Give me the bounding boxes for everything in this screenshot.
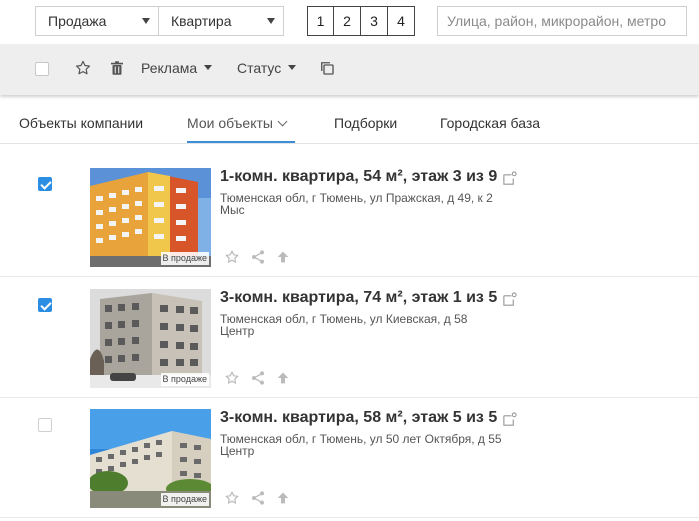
listing-address: Тюменская обл, г Тюмень, ул 50 лет Октяб… <box>220 433 550 457</box>
address-search-input[interactable]: Улица, район, микрорайон, метро <box>437 6 687 36</box>
address-line: Тюменская обл, г Тюмень, ул Киевская, д … <box>220 312 468 326</box>
deal-type-select[interactable]: Продажа <box>35 6 159 36</box>
listing-address: Тюменская обл, г Тюмень, ул Киевская, д … <box>220 313 550 337</box>
share-icon[interactable] <box>250 370 266 386</box>
listing-photo[interactable]: В продаже <box>90 409 211 508</box>
share-icon[interactable] <box>250 490 266 506</box>
property-type-value: Квартира <box>171 13 232 29</box>
caret-down-icon <box>267 18 275 24</box>
tab-my-objects[interactable]: Мои объекты <box>187 115 288 131</box>
star-outline-icon[interactable] <box>74 59 92 77</box>
star-outline-icon[interactable] <box>224 249 240 265</box>
listing-item: В продаже 1-комн. квартира, 54 м², этаж … <box>0 157 699 277</box>
ads-dropdown[interactable]: Реклама <box>141 60 213 76</box>
listing-checkbox[interactable] <box>38 177 52 191</box>
arrow-up-icon[interactable] <box>275 490 291 506</box>
tab-selections[interactable]: Подборки <box>334 115 397 131</box>
chevron-down-icon <box>277 116 288 127</box>
arrow-up-icon[interactable] <box>275 370 291 386</box>
tab-city-base[interactable]: Городская база <box>440 115 540 131</box>
copy-icon[interactable] <box>318 59 336 77</box>
listing-checkbox[interactable] <box>38 418 52 432</box>
note-icon[interactable] <box>502 292 517 307</box>
select-all-checkbox[interactable] <box>35 62 49 76</box>
rooms-button-1[interactable]: 1 <box>307 6 334 36</box>
filter-bar: Продажа Квартира 1 2 3 4 Улица, район, м… <box>0 0 699 44</box>
address-line: Тюменская обл, г Тюмень, ул 50 лет Октяб… <box>220 432 502 446</box>
caret-down-icon <box>288 64 297 70</box>
listing-photo[interactable]: В продаже <box>90 289 211 388</box>
address-line: Тюменская обл, г Тюмень, ул Пражская, д … <box>220 191 493 205</box>
listing-checkbox[interactable] <box>38 298 52 312</box>
caret-down-icon <box>142 18 150 24</box>
trash-icon[interactable] <box>108 59 126 77</box>
status-dropdown-label: Статус <box>237 60 282 76</box>
caret-down-icon <box>204 64 213 70</box>
arrow-up-icon[interactable] <box>275 249 291 265</box>
district-line: Центр <box>220 324 255 338</box>
status-badge: В продаже <box>160 252 209 265</box>
listing-photo[interactable]: В продаже <box>90 168 211 267</box>
share-icon[interactable] <box>250 249 266 265</box>
property-type-select[interactable]: Квартира <box>159 6 284 36</box>
status-badge: В продаже <box>160 493 209 506</box>
rooms-button-2[interactable]: 2 <box>334 6 361 36</box>
rooms-button-4[interactable]: 4 <box>388 6 415 36</box>
rooms-button-3[interactable]: 3 <box>361 6 388 36</box>
status-dropdown[interactable]: Статус <box>237 60 297 76</box>
bulk-actions-toolbar: Реклама Статус <box>0 44 699 95</box>
district-line: Центр <box>220 444 255 458</box>
listing-item: В продаже 3-комн. квартира, 74 м², этаж … <box>0 278 699 398</box>
rooms-selector: 1 2 3 4 <box>307 6 415 36</box>
listing-title[interactable]: 1-комн. квартира, 54 м², этаж 3 из 9 <box>220 168 497 186</box>
listing-title[interactable]: 3-комн. квартира, 58 м², этаж 5 из 5 <box>220 409 497 427</box>
note-icon[interactable] <box>502 412 517 427</box>
star-outline-icon[interactable] <box>224 490 240 506</box>
district-line: Мыс <box>220 203 245 217</box>
listing-title[interactable]: 3-комн. квартира, 74 м², этаж 1 из 5 <box>220 289 497 307</box>
deal-type-value: Продажа <box>48 13 107 29</box>
section-tabs: Объекты компании Мои объекты Подборки Го… <box>0 95 699 144</box>
star-outline-icon[interactable] <box>224 370 240 386</box>
note-icon[interactable] <box>502 171 517 186</box>
listing-item: В продаже 3-комн. квартира, 58 м², этаж … <box>0 398 699 518</box>
ads-dropdown-label: Реклама <box>141 60 198 76</box>
listing-address: Тюменская обл, г Тюмень, ул Пражская, д … <box>220 192 550 216</box>
tab-company-objects[interactable]: Объекты компании <box>19 115 143 131</box>
tab-my-objects-label: Мои объекты <box>187 115 273 131</box>
status-badge: В продаже <box>160 373 209 386</box>
active-tab-indicator <box>187 141 295 143</box>
